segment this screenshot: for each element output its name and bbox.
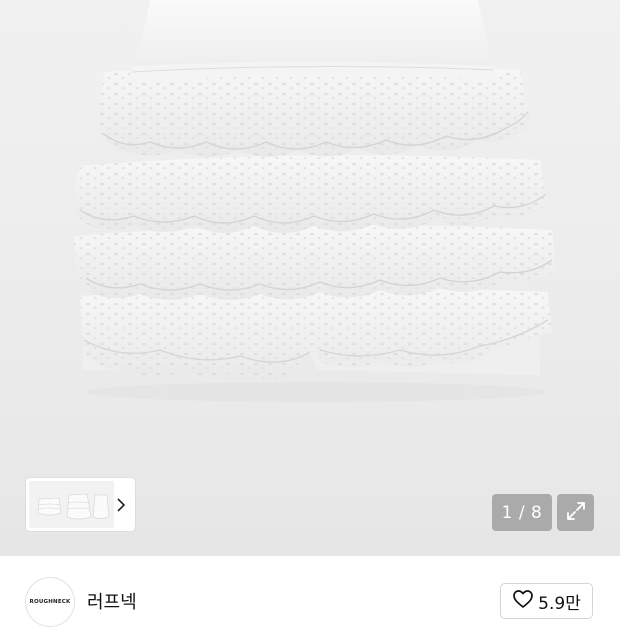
heart-outline-icon: [512, 589, 534, 613]
like-button[interactable]: 5.9만: [500, 583, 593, 619]
brand-logo-text: ROUGHNECK: [29, 599, 71, 605]
thumbnail-image[interactable]: [29, 481, 114, 528]
expand-icon: [565, 500, 587, 526]
product-image[interactable]: [0, 0, 620, 470]
product-image-gallery[interactable]: 1 / 8: [0, 0, 620, 556]
like-count: 5.9만: [538, 593, 581, 614]
page-counter: 1 / 8: [492, 494, 552, 531]
chevron-right-icon[interactable]: [110, 494, 132, 516]
expand-button[interactable]: [557, 494, 594, 531]
brand-name[interactable]: 러프넥: [87, 588, 137, 614]
